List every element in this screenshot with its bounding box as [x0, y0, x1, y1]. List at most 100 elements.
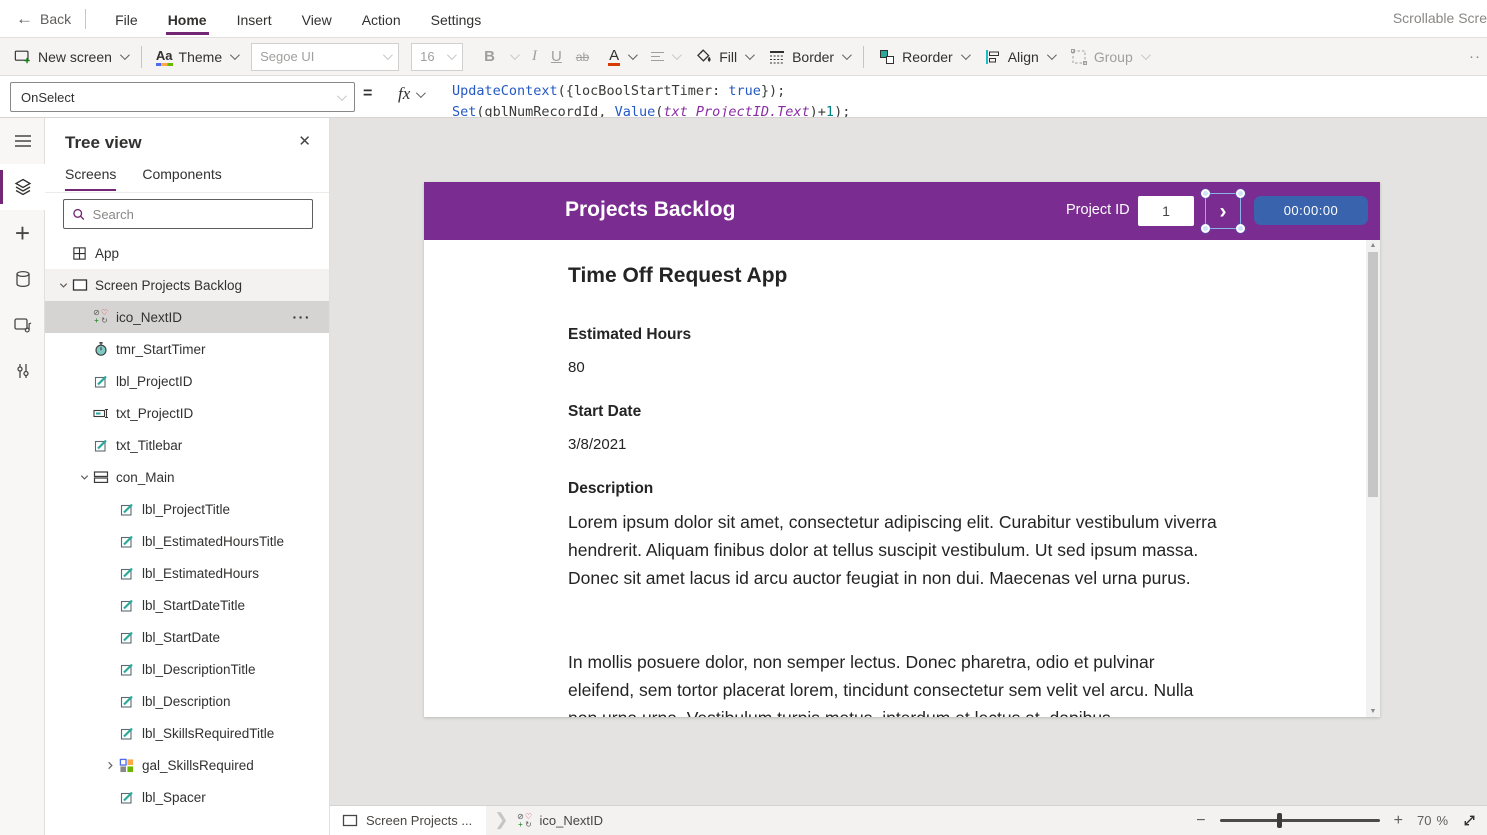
- close-panel-button[interactable]: ✕: [298, 132, 311, 150]
- menu-insert[interactable]: Insert: [235, 3, 274, 35]
- tree-item-lbl-skillsrequiredtitle[interactable]: lbl_SkillsRequiredTitle: [45, 717, 329, 749]
- tree-item-lbl-spacer[interactable]: lbl_Spacer: [45, 781, 329, 813]
- breadcrumb-screen[interactable]: Screen Projects ...: [330, 806, 487, 835]
- tab-screens[interactable]: Screens: [65, 166, 117, 191]
- tree-tabs: Screens Components: [65, 166, 222, 191]
- new-screen-button[interactable]: New screen: [6, 38, 135, 75]
- zoom-in-button[interactable]: +: [1394, 812, 1403, 830]
- tree-item-lbl-estimatedhourstitle[interactable]: lbl_EstimatedHoursTitle: [45, 525, 329, 557]
- tree-item-lbl-description[interactable]: lbl_Description: [45, 685, 329, 717]
- next-id-icon-selected[interactable]: ›: [1201, 189, 1245, 233]
- border-button[interactable]: Border: [760, 38, 857, 75]
- italic-button[interactable]: I: [525, 48, 544, 65]
- strikethrough-button[interactable]: ab: [569, 50, 596, 64]
- property-select[interactable]: OnSelect: [10, 82, 355, 112]
- sliders-icon: [16, 364, 29, 378]
- font-color-button[interactable]: A: [600, 38, 643, 75]
- group-button[interactable]: Group: [1062, 38, 1156, 75]
- tree-item-lbl-startdate[interactable]: lbl_StartDate: [45, 621, 329, 653]
- estimated-hours-value[interactable]: 80: [568, 359, 585, 376]
- description-title[interactable]: Description: [568, 480, 653, 498]
- font-family-select[interactable]: Segoe UI: [251, 42, 400, 71]
- align-icon: [985, 49, 999, 64]
- tree-item-tmr-starttimer[interactable]: tmr_StartTimer: [45, 333, 329, 365]
- breadcrumb-separator-icon: ❯: [494, 809, 509, 829]
- tree-item-lbl-descriptiontitle[interactable]: lbl_DescriptionTitle: [45, 653, 329, 685]
- scroll-up-icon[interactable]: ▲: [1366, 242, 1380, 249]
- menu-action[interactable]: Action: [360, 3, 403, 35]
- tree-item-lbl-projectid[interactable]: lbl_ProjectID: [45, 365, 329, 397]
- design-canvas[interactable]: Projects Backlog Project ID › 00:00:00 T…: [330, 118, 1487, 805]
- tree-item-lbl-estimatedhours[interactable]: lbl_EstimatedHours: [45, 557, 329, 589]
- home-toolbar: New screen Aa Theme Segoe UI 16 B I U ab…: [0, 38, 1487, 76]
- theme-button[interactable]: Aa Theme: [148, 38, 245, 75]
- chevron-down-icon: [509, 50, 520, 61]
- estimated-hours-title[interactable]: Estimated Hours: [568, 326, 691, 344]
- advanced-tools-rail-button[interactable]: [0, 348, 45, 394]
- selection-handle[interactable]: [1201, 189, 1210, 198]
- menu-view[interactable]: View: [300, 3, 334, 35]
- more-options-icon[interactable]: ···: [293, 309, 312, 325]
- new-screen-icon: [14, 50, 30, 63]
- scrollbar-thumb[interactable]: [1368, 252, 1378, 497]
- tree-item-gal-skillsrequired[interactable]: gal_SkillsRequired: [45, 749, 329, 781]
- app-title: Projects Backlog: [565, 198, 736, 221]
- description-paragraph-2[interactable]: In mollis posuere dolor, non semper lect…: [568, 648, 1223, 717]
- insert-rail-button[interactable]: +: [0, 210, 45, 256]
- font-size-select[interactable]: 16: [411, 42, 464, 71]
- hamburger-menu-button[interactable]: [0, 118, 45, 164]
- tree-item-txt-titlebar[interactable]: txt_Titlebar: [45, 429, 329, 461]
- zoom-slider[interactable]: [1219, 813, 1380, 828]
- search-input[interactable]: [92, 206, 304, 222]
- fullscreen-button[interactable]: [1462, 813, 1477, 828]
- tree-view-layers-icon: [14, 178, 31, 196]
- tab-components[interactable]: Components: [142, 166, 221, 191]
- bold-button[interactable]: B: [469, 38, 525, 75]
- chevron-down-icon[interactable]: [55, 280, 71, 291]
- app-title-bar[interactable]: Projects Backlog Project ID › 00:00:00: [424, 182, 1380, 240]
- tree-item-txt-projectid[interactable]: txt_ProjectID: [45, 397, 329, 429]
- fx-button[interactable]: fx: [398, 84, 427, 104]
- chevron-down-icon[interactable]: [76, 472, 92, 483]
- chevron-right-icon[interactable]: [102, 760, 118, 771]
- tree-item-con-main[interactable]: con_Main: [45, 461, 329, 493]
- menu-file[interactable]: File: [113, 3, 140, 35]
- label-icon: [118, 693, 135, 710]
- selection-handle[interactable]: [1236, 224, 1245, 233]
- tree-item-screen-projects-backlog[interactable]: Screen Projects Backlog: [45, 269, 329, 301]
- tree-item-app[interactable]: App: [45, 237, 329, 269]
- tree-search-box[interactable]: [63, 199, 313, 229]
- menu-home[interactable]: Home: [165, 3, 209, 35]
- reorder-button[interactable]: Reorder: [870, 38, 976, 75]
- timer-control[interactable]: 00:00:00: [1254, 196, 1368, 225]
- toolbar-overflow-button[interactable]: ··: [1469, 48, 1481, 65]
- selection-handle[interactable]: [1201, 224, 1210, 233]
- tree-item-ico-nextid[interactable]: ⊘ ♡ + ↻ ico_NextID ···: [45, 301, 329, 333]
- tree-list: App Screen Projects Backlog ⊘ ♡ + ↻ ico_Nex…: [45, 237, 329, 835]
- start-date-value[interactable]: 3/8/2021: [568, 436, 626, 453]
- tree-item-lbl-startdatetitle[interactable]: lbl_StartDateTitle: [45, 589, 329, 621]
- start-date-title[interactable]: Start Date: [568, 403, 641, 421]
- media-rail-button[interactable]: [0, 302, 45, 348]
- description-paragraph-1[interactable]: Lorem ipsum dolor sit amet, consectetur …: [568, 508, 1223, 592]
- data-rail-button[interactable]: [0, 256, 45, 302]
- align-button[interactable]: Align: [976, 38, 1062, 75]
- fill-button[interactable]: Fill: [687, 38, 760, 75]
- back-button[interactable]: ← Back: [16, 9, 71, 29]
- project-id-input[interactable]: [1138, 196, 1194, 226]
- underline-button[interactable]: U: [544, 48, 569, 65]
- app-scrollbar[interactable]: ▲ ▼: [1366, 240, 1380, 717]
- expand-diagonal-icon: [1464, 815, 1475, 826]
- menu-settings[interactable]: Settings: [429, 3, 484, 35]
- tree-item-lbl-projecttitle[interactable]: lbl_ProjectTitle: [45, 493, 329, 525]
- scroll-down-icon[interactable]: ▼: [1366, 708, 1380, 715]
- breadcrumb-control[interactable]: ⊘ ♡ + ↻ ico_NextID: [516, 812, 603, 829]
- zoom-slider-thumb[interactable]: [1277, 813, 1283, 828]
- tree-view-rail-button[interactable]: [0, 164, 45, 210]
- text-align-button[interactable]: [643, 38, 687, 75]
- selection-handle[interactable]: [1236, 189, 1245, 198]
- project-title-label[interactable]: Time Off Request App: [568, 264, 787, 288]
- formula-editor[interactable]: UpdateContext({locBoolStartTimer: true})…: [452, 81, 1487, 117]
- zoom-out-button[interactable]: −: [1196, 812, 1205, 830]
- app-content[interactable]: Time Off Request App Estimated Hours 80 …: [424, 240, 1380, 717]
